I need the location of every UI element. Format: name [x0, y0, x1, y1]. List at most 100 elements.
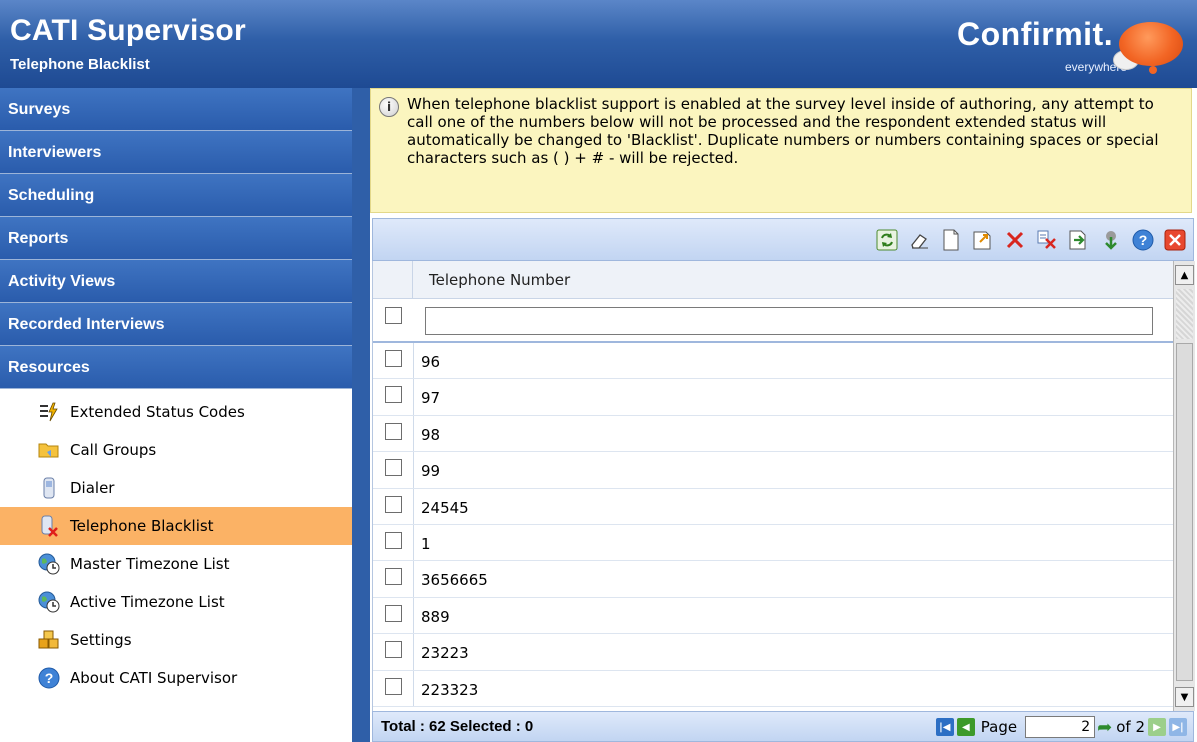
row-checkbox[interactable]	[385, 604, 402, 622]
open-icon[interactable]	[969, 226, 997, 254]
sidebar-item-call-groups[interactable]: Call Groups	[0, 431, 352, 469]
sidebar-item-telephone-blacklist[interactable]: Telephone Blacklist	[0, 507, 352, 545]
page-subtitle: Telephone Blacklist	[10, 56, 150, 73]
column-divider	[413, 343, 414, 379]
sidebar-item-label: Settings	[70, 631, 132, 649]
table-row[interactable]: 1	[373, 524, 1173, 562]
column-divider	[413, 634, 414, 670]
sidebar-item-about[interactable]: ? About CATI Supervisor	[0, 659, 352, 697]
scroll-up-arrow-icon[interactable]: ▲	[1175, 265, 1194, 285]
scroll-track[interactable]	[1176, 289, 1193, 339]
row-checkbox[interactable]	[385, 531, 402, 549]
export-icon[interactable]	[1065, 226, 1093, 254]
vertical-scrollbar[interactable]: ▲ ▼	[1173, 261, 1195, 711]
sidebar-item-label: Extended Status Codes	[70, 403, 245, 421]
confirmit-logo: Confirmit. everywhere	[957, 10, 1187, 82]
eraser-icon[interactable]	[905, 226, 933, 254]
prev-page-icon[interactable]: ◀	[956, 718, 975, 736]
select-all-checkbox[interactable]	[385, 307, 402, 324]
sidebar-section-surveys[interactable]: Surveys	[0, 88, 352, 131]
telephone-number-cell: 98	[421, 425, 441, 444]
sidebar-section-interviewers[interactable]: Interviewers	[0, 131, 352, 174]
delete-icon[interactable]	[1001, 226, 1029, 254]
telephone-number-cell: 99	[421, 462, 441, 481]
scroll-thumb[interactable]	[1176, 343, 1193, 681]
grid-rows: 96 97 98 99 24545 1 3656665 889 23223 223323	[373, 343, 1173, 707]
column-divider	[413, 379, 414, 415]
sidebar-item-label: Dialer	[70, 479, 115, 497]
row-checkbox[interactable]	[385, 677, 402, 695]
sidebar-section-scheduling[interactable]: Scheduling	[0, 174, 352, 217]
filter-input[interactable]	[425, 307, 1153, 335]
table-row[interactable]: 3656665	[373, 561, 1173, 598]
sidebar-splitter[interactable]	[352, 88, 370, 742]
sidebar-item-label: Telephone Blacklist	[70, 517, 214, 535]
scroll-down-arrow-icon[interactable]: ▼	[1175, 687, 1194, 707]
table-row[interactable]: 24545	[373, 488, 1173, 525]
table-row[interactable]: 223323	[373, 670, 1173, 707]
table-row[interactable]: 97	[373, 379, 1173, 416]
row-checkbox[interactable]	[385, 350, 402, 367]
info-box: i When telephone blacklist support is en…	[370, 88, 1192, 213]
globe-clock-icon	[38, 553, 60, 575]
go-page-arrow-icon[interactable]: ➦	[1097, 717, 1112, 738]
main-panel: i When telephone blacklist support is en…	[370, 88, 1197, 742]
logo-text: Confirmit.	[957, 16, 1114, 52]
last-page-icon[interactable]: ▶|	[1169, 718, 1187, 736]
column-divider	[413, 561, 414, 597]
sidebar-item-active-timezone-list[interactable]: Active Timezone List	[0, 583, 352, 621]
info-icon: i	[379, 97, 399, 117]
pager: |◀ ◀ Page ➦ of 2 ▶ ▶|	[933, 715, 1187, 739]
row-checkbox[interactable]	[385, 386, 402, 404]
sidebar-item-label: About CATI Supervisor	[70, 669, 238, 687]
row-checkbox[interactable]	[385, 459, 402, 477]
delete-all-icon[interactable]	[1033, 226, 1061, 254]
grid-footer: Total : 62 Selected : 0 |◀ ◀ Page ➦ of 2…	[372, 711, 1194, 742]
table-row[interactable]: 96	[373, 343, 1173, 380]
close-icon[interactable]	[1161, 226, 1189, 254]
page-of-text: of 2	[1116, 718, 1145, 736]
telephone-number-cell: 97	[421, 389, 441, 408]
sidebar-section-recorded-interviews[interactable]: Recorded Interviews	[0, 303, 352, 346]
sidebar-item-master-timezone-list[interactable]: Master Timezone List	[0, 545, 352, 583]
column-header-telephone-number[interactable]: Telephone Number	[429, 271, 570, 289]
refresh-icon[interactable]	[873, 226, 901, 254]
row-checkbox[interactable]	[385, 422, 402, 440]
sidebar-item-dialer[interactable]: Dialer	[0, 469, 352, 507]
sidebar-section-reports[interactable]: Reports	[0, 217, 352, 260]
total-selected-text: Total : 62 Selected : 0	[381, 718, 534, 735]
svg-text:?: ?	[1139, 232, 1148, 248]
info-text: When telephone blacklist support is enab…	[407, 95, 1159, 167]
app-title: CATI Supervisor	[10, 14, 246, 47]
telephone-number-cell: 1	[421, 534, 431, 553]
row-checkbox[interactable]	[385, 641, 402, 659]
next-page-icon[interactable]: ▶	[1148, 718, 1166, 736]
sidebar-section-resources[interactable]: Resources	[0, 346, 352, 389]
sidebar-item-extended-status-codes[interactable]: Extended Status Codes	[0, 393, 352, 431]
column-divider	[413, 415, 414, 452]
telephone-number-cell: 96	[421, 353, 441, 371]
table-row[interactable]: 99	[373, 452, 1173, 489]
table-row[interactable]: 98	[373, 415, 1173, 453]
telephone-number-cell: 24545	[421, 498, 469, 517]
table-row[interactable]: 23223	[373, 634, 1173, 671]
telephone-number-cell: 223323	[421, 680, 479, 699]
svg-text:?: ?	[45, 670, 54, 686]
first-page-icon[interactable]: |◀	[935, 718, 954, 736]
table-row[interactable]: 889	[373, 597, 1173, 635]
sidebar-section-activity-views[interactable]: Activity Views	[0, 260, 352, 303]
row-checkbox[interactable]	[385, 495, 402, 513]
new-icon[interactable]	[937, 226, 965, 254]
page-number-input[interactable]	[1025, 716, 1096, 738]
column-divider	[413, 597, 414, 634]
header-checkbox-cell	[373, 261, 413, 299]
help-icon[interactable]: ?	[1129, 226, 1157, 254]
import-icon[interactable]	[1097, 226, 1125, 254]
sidebar-item-label: Master Timezone List	[70, 555, 230, 573]
column-divider	[413, 524, 414, 561]
page-label: Page	[980, 718, 1018, 736]
app-header: CATI Supervisor Telephone Blacklist Conf…	[0, 0, 1197, 88]
telephone-number-cell: 23223	[421, 644, 469, 663]
row-checkbox[interactable]	[385, 568, 402, 586]
sidebar-item-settings[interactable]: Settings	[0, 621, 352, 659]
